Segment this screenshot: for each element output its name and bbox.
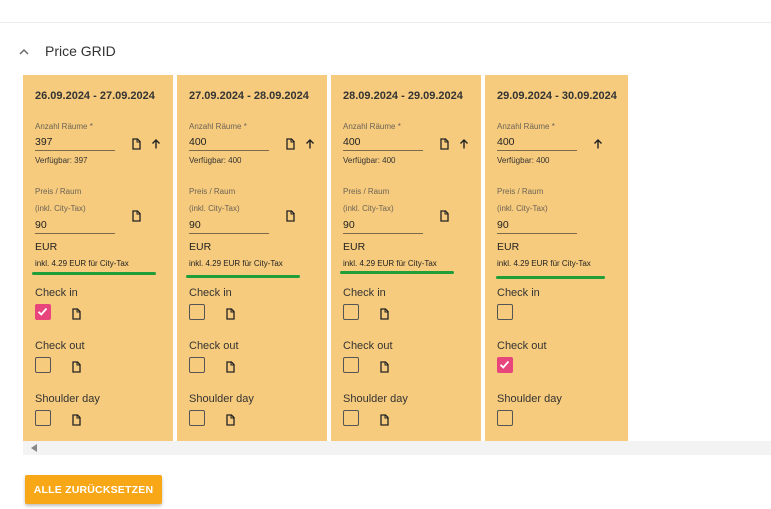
check-in-checkbox[interactable] xyxy=(35,304,51,320)
shoulder-day-label: Shoulder day xyxy=(189,393,254,405)
rooms-label: Anzahl Räume * xyxy=(497,122,555,131)
city-tax-note: inkl. 4.29 EUR für City-Tax xyxy=(497,259,591,268)
scroll-left-arrow-icon[interactable] xyxy=(31,444,37,452)
rooms-label: Anzahl Räume * xyxy=(35,122,93,131)
price-card: 29.09.2024 - 30.09.2024 Anzahl Räume * 4… xyxy=(485,75,628,441)
price-input[interactable]: 90 xyxy=(343,216,423,234)
check-out-label: Check out xyxy=(343,340,393,352)
copy-icon[interactable] xyxy=(224,413,236,426)
horizontal-scrollbar[interactable] xyxy=(23,441,771,455)
check-in-checkbox[interactable] xyxy=(189,304,205,320)
rooms-label: Anzahl Räume * xyxy=(189,122,247,131)
currency-label: EUR xyxy=(189,241,212,253)
currency-label: EUR xyxy=(343,241,366,253)
arrow-up-icon[interactable] xyxy=(458,137,470,149)
available-text: Verfügbar: 400 xyxy=(497,156,550,165)
price-label-line2: (inkl. City-Tax) xyxy=(343,204,394,213)
copy-icon[interactable] xyxy=(224,307,236,320)
price-grid-section-toggle[interactable]: Price GRID xyxy=(18,40,116,62)
shoulder-day-checkbox[interactable] xyxy=(35,410,51,426)
section-title: Price GRID xyxy=(45,43,116,59)
copy-icon[interactable] xyxy=(70,307,82,320)
checkmark-icon xyxy=(37,307,48,316)
shoulder-day-checkbox[interactable] xyxy=(497,410,513,426)
city-tax-note: inkl. 4.29 EUR für City-Tax xyxy=(343,259,437,268)
arrow-up-icon[interactable] xyxy=(150,137,162,149)
price-grid: 26.09.2024 - 27.09.2024 Anzahl Räume * 3… xyxy=(23,75,628,441)
price-card: 26.09.2024 - 27.09.2024 Anzahl Räume * 3… xyxy=(23,75,173,441)
tax-underline xyxy=(496,276,605,279)
copy-icon[interactable] xyxy=(378,360,390,373)
currency-label: EUR xyxy=(35,241,58,253)
available-text: Verfügbar: 400 xyxy=(343,156,396,165)
copy-icon[interactable] xyxy=(284,137,296,150)
reset-all-button[interactable]: ALLE ZURÜCKSETZEN xyxy=(25,475,162,504)
city-tax-note: inkl. 4.29 EUR für City-Tax xyxy=(189,259,283,268)
shoulder-day-label: Shoulder day xyxy=(343,393,408,405)
available-text: Verfügbar: 400 xyxy=(189,156,242,165)
price-input[interactable]: 90 xyxy=(35,216,115,234)
tax-underline xyxy=(32,272,156,275)
copy-icon[interactable] xyxy=(378,413,390,426)
tax-underline xyxy=(186,275,300,278)
shoulder-day-label: Shoulder day xyxy=(35,393,100,405)
arrow-up-icon[interactable] xyxy=(592,137,604,149)
check-in-label: Check in xyxy=(189,287,232,299)
price-label-line1: Preis / Raum xyxy=(189,187,236,196)
chevron-up-icon xyxy=(18,45,30,57)
check-in-label: Check in xyxy=(35,287,78,299)
check-in-checkbox[interactable] xyxy=(497,304,513,320)
check-out-checkbox[interactable] xyxy=(343,357,359,373)
price-label-line1: Preis / Raum xyxy=(497,187,544,196)
copy-icon[interactable] xyxy=(284,209,296,222)
copy-icon[interactable] xyxy=(130,137,142,150)
available-text: Verfügbar: 397 xyxy=(35,156,88,165)
check-out-checkbox[interactable] xyxy=(497,357,513,373)
shoulder-day-checkbox[interactable] xyxy=(343,410,359,426)
card-date-range: 29.09.2024 - 30.09.2024 xyxy=(497,90,617,102)
city-tax-note: inkl. 4.29 EUR für City-Tax xyxy=(35,259,129,268)
check-in-label: Check in xyxy=(497,287,540,299)
rooms-input[interactable]: 400 xyxy=(343,133,423,151)
checkmark-icon xyxy=(499,360,510,369)
copy-icon[interactable] xyxy=(378,307,390,320)
rooms-label: Anzahl Räume * xyxy=(343,122,401,131)
tax-underline xyxy=(340,271,454,274)
rooms-input[interactable]: 400 xyxy=(497,133,577,151)
price-label-line2: (inkl. City-Tax) xyxy=(35,204,86,213)
check-out-label: Check out xyxy=(189,340,239,352)
check-in-label: Check in xyxy=(343,287,386,299)
copy-icon[interactable] xyxy=(70,413,82,426)
check-out-label: Check out xyxy=(35,340,85,352)
card-date-range: 28.09.2024 - 29.09.2024 xyxy=(343,90,463,102)
price-input[interactable]: 90 xyxy=(497,216,577,234)
copy-icon[interactable] xyxy=(438,137,450,150)
price-input[interactable]: 90 xyxy=(189,216,269,234)
shoulder-day-checkbox[interactable] xyxy=(189,410,205,426)
copy-icon[interactable] xyxy=(130,209,142,222)
card-date-range: 26.09.2024 - 27.09.2024 xyxy=(35,90,155,102)
check-out-checkbox[interactable] xyxy=(35,357,51,373)
check-in-checkbox[interactable] xyxy=(343,304,359,320)
price-label-line2: (inkl. City-Tax) xyxy=(189,204,240,213)
check-out-checkbox[interactable] xyxy=(189,357,205,373)
shoulder-day-label: Shoulder day xyxy=(497,393,562,405)
rooms-input[interactable]: 400 xyxy=(189,133,269,151)
price-card: 28.09.2024 - 29.09.2024 Anzahl Räume * 4… xyxy=(331,75,481,441)
copy-icon[interactable] xyxy=(70,360,82,373)
copy-icon[interactable] xyxy=(438,209,450,222)
copy-icon[interactable] xyxy=(224,360,236,373)
price-label-line1: Preis / Raum xyxy=(343,187,390,196)
price-label-line2: (inkl. City-Tax) xyxy=(497,204,548,213)
card-date-range: 27.09.2024 - 28.09.2024 xyxy=(189,90,309,102)
price-label-line1: Preis / Raum xyxy=(35,187,82,196)
rooms-input[interactable]: 397 xyxy=(35,133,115,151)
top-divider xyxy=(0,22,771,23)
currency-label: EUR xyxy=(497,241,520,253)
arrow-up-icon[interactable] xyxy=(304,137,316,149)
price-card: 27.09.2024 - 28.09.2024 Anzahl Räume * 4… xyxy=(177,75,327,441)
check-out-label: Check out xyxy=(497,340,547,352)
